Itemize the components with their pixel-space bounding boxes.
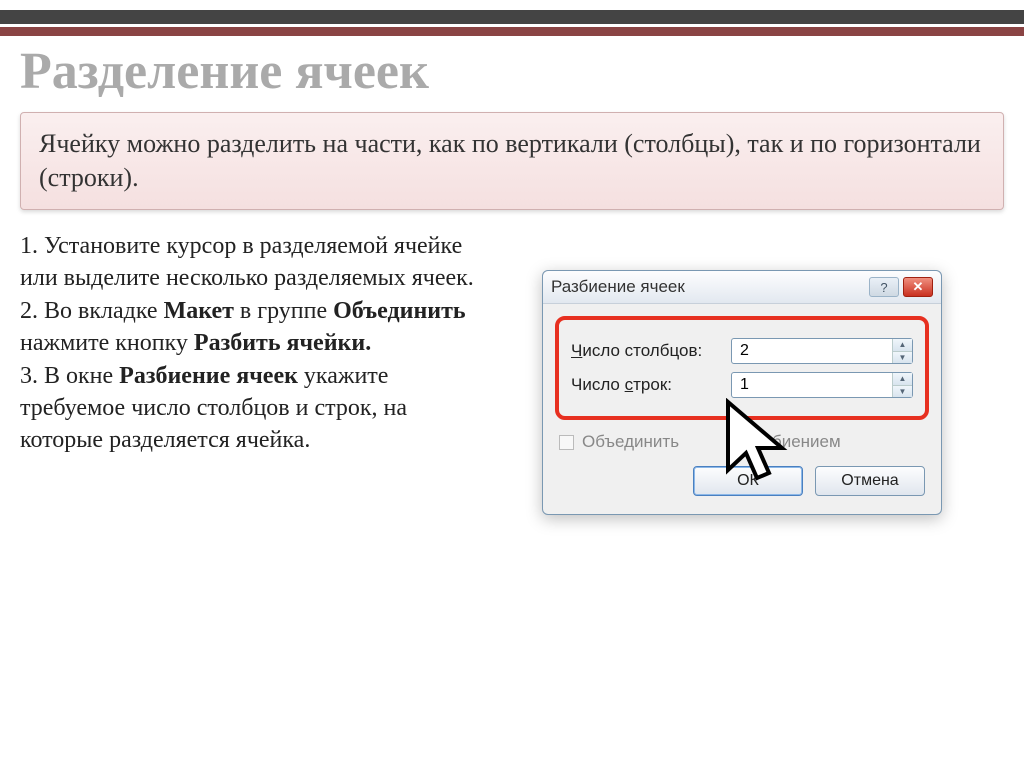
rows-label-post: трок: <box>633 375 672 394</box>
close-button[interactable]: ✕ <box>903 277 933 297</box>
merge-checkbox[interactable] <box>559 435 574 450</box>
description-box: Ячейку можно разделить на части, как по … <box>20 112 1004 210</box>
slide-title: Разделение ячеек <box>20 42 429 101</box>
columns-value[interactable]: 2 <box>732 339 892 363</box>
cancel-button[interactable]: Отмена <box>815 466 925 496</box>
rows-label-pre: Число <box>571 375 625 394</box>
rows-label: Число строк: <box>571 375 731 395</box>
columns-spinner[interactable]: 2 ▲ ▼ <box>731 338 913 364</box>
rows-value[interactable]: 1 <box>732 373 892 397</box>
rows-spinner-buttons: ▲ ▼ <box>892 373 912 397</box>
rows-row: Число строк: 1 ▲ ▼ <box>571 372 913 398</box>
rows-spin-up[interactable]: ▲ <box>893 373 912 386</box>
bar-red <box>0 27 1024 36</box>
step2-bold3: Разбить ячейки. <box>194 330 371 356</box>
content-area: 1. Установите курсор в разделяемой ячейк… <box>20 230 1004 515</box>
columns-spin-up[interactable]: ▲ <box>893 339 912 352</box>
dialog-body: Число столбцов: 2 ▲ ▼ Число строк: 1 <box>543 304 941 514</box>
dialog-container: Разбиение ячеек ? ✕ Число столбцов: 2 ▲ … <box>480 230 1004 515</box>
step2-bold2: Объединить <box>333 298 466 324</box>
dialog-title: Разбиение ячеек <box>551 277 865 297</box>
rows-spin-down[interactable]: ▼ <box>893 386 912 398</box>
rows-spinner[interactable]: 1 ▲ ▼ <box>731 372 913 398</box>
rows-mnemonic: с <box>625 375 634 394</box>
ok-button[interactable]: ОК <box>693 466 803 496</box>
bar-dark <box>0 10 1024 24</box>
help-button[interactable]: ? <box>869 277 899 297</box>
close-icon: ✕ <box>913 279 924 295</box>
columns-label: Число столбцов: <box>571 341 731 361</box>
columns-row: Число столбцов: 2 ▲ ▼ <box>571 338 913 364</box>
dialog-titlebar[interactable]: Разбиение ячеек ? ✕ <box>543 271 941 304</box>
dialog-buttons: ОК Отмена <box>555 466 929 502</box>
step2-a: 2. Во вкладке <box>20 298 164 324</box>
step2-c: в группе <box>234 298 333 324</box>
merge-checkbox-row[interactable]: Объединить д разбиением <box>559 432 925 452</box>
step3-a: 3. В окне <box>20 363 119 389</box>
highlight-box: Число столбцов: 2 ▲ ▼ Число строк: 1 <box>555 316 929 420</box>
columns-label-rest: исло столбцов: <box>582 341 702 360</box>
step2-e: нажмите кнопку <box>20 330 194 356</box>
columns-spin-down[interactable]: ▼ <box>893 352 912 364</box>
merge-label-gap <box>679 432 731 452</box>
merge-label-post: д разбиением <box>731 432 841 452</box>
columns-spinner-buttons: ▲ ▼ <box>892 339 912 363</box>
step1: 1. Установите курсор в разделяемой ячейк… <box>20 233 474 291</box>
columns-mnemonic: Ч <box>571 341 582 360</box>
top-decorative-bars <box>0 0 1024 40</box>
merge-label-pre: Объединить <box>582 432 679 452</box>
help-icon: ? <box>880 280 887 295</box>
step2-bold1: Макет <box>164 298 234 324</box>
step3-bold: Разбиение ячеек <box>119 363 298 389</box>
instructions-text: 1. Установите курсор в разделяемой ячейк… <box>20 230 480 515</box>
split-cells-dialog: Разбиение ячеек ? ✕ Число столбцов: 2 ▲ … <box>542 270 942 515</box>
